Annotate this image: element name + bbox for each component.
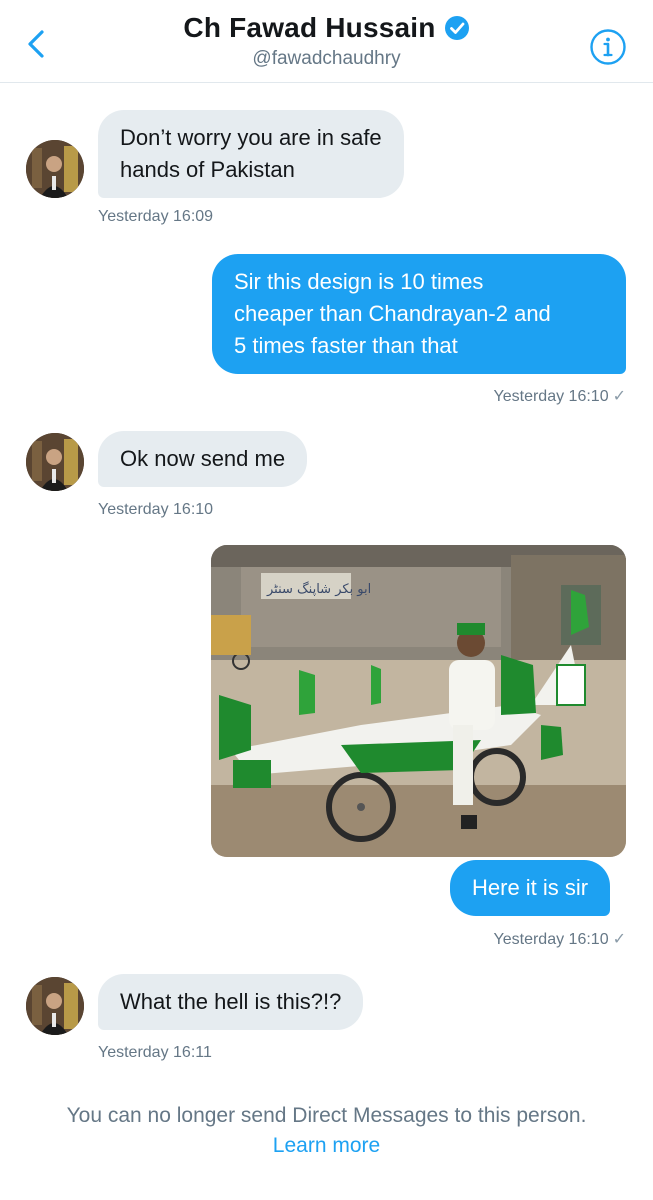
contact-avatar[interactable] xyxy=(26,140,84,198)
message-timestamp: Yesterday 16:11 xyxy=(98,1044,212,1061)
message-text-line: Don’t worry you are in safe xyxy=(120,125,382,150)
contact-avatar[interactable] xyxy=(26,977,84,1035)
check-icon: ✓ xyxy=(612,931,626,948)
avatar-image xyxy=(26,977,84,1035)
dm-disabled-notice: You can no longer send Direct Messages t… xyxy=(66,1104,587,1127)
info-icon[interactable] xyxy=(589,28,627,66)
message-bubble-incoming[interactable]: What the hell is this?!? xyxy=(98,974,364,1030)
message-text-line: 5 times faster than that xyxy=(234,333,458,358)
learn-more-link[interactable]: Learn more xyxy=(273,1134,380,1157)
message-timestamp-row: Yesterday 16:10 ✓ xyxy=(494,386,626,406)
conversation-header: Ch Fawad Hussain @fawadchaudhry xyxy=(0,0,653,83)
message-bubble-outgoing[interactable]: Here it is sir xyxy=(450,860,611,916)
message-bubble-incoming[interactable]: Don’t worry you are in safe hands of Pak… xyxy=(98,110,404,198)
verified-badge-icon xyxy=(444,16,469,40)
message-text-line: Ok now send me xyxy=(120,446,286,471)
message-text-line: Sir this design is 10 times xyxy=(234,269,484,294)
bike-airplane-photo: ابو بکر شاپنگ سنٹر xyxy=(211,545,626,857)
message-text-line: cheaper than Chandrayan-2 and xyxy=(234,301,551,326)
message-timestamp-row: Yesterday 16:10 ✓ xyxy=(494,929,626,949)
message-bubble-outgoing[interactable]: Sir this design is 10 times cheaper than… xyxy=(212,254,626,374)
contact-avatar[interactable] xyxy=(26,433,84,491)
message-text-line: What the hell is this?!? xyxy=(120,989,342,1014)
contact-name: Ch Fawad Hussain xyxy=(183,12,436,43)
message-text-line: hands of Pakistan xyxy=(120,157,295,182)
avatar-image xyxy=(26,140,84,198)
message-bubble-incoming[interactable]: Ok now send me xyxy=(98,431,308,487)
shop-sign-text: ابو بکر شاپنگ سنٹر xyxy=(266,581,371,597)
header-title-block: Ch Fawad Hussain @fawadchaudhry xyxy=(0,12,653,70)
message-timestamp: Yesterday 16:09 xyxy=(98,208,214,225)
message-timestamp: Yesterday 16:10 xyxy=(493,931,609,948)
message-timestamp: Yesterday 16:10 xyxy=(493,388,609,405)
check-icon: ✓ xyxy=(612,388,626,405)
message-timestamp: Yesterday 16:10 xyxy=(98,501,214,518)
message-text-line: Here it is sir xyxy=(472,875,589,900)
page-title[interactable]: Ch Fawad Hussain xyxy=(183,12,469,44)
avatar-image xyxy=(26,433,84,491)
learn-more-row: Learn more xyxy=(0,1134,653,1158)
shared-photo[interactable]: ابو بکر شاپنگ سنٹر xyxy=(211,545,626,857)
contact-handle: @fawadchaudhry xyxy=(252,48,401,69)
